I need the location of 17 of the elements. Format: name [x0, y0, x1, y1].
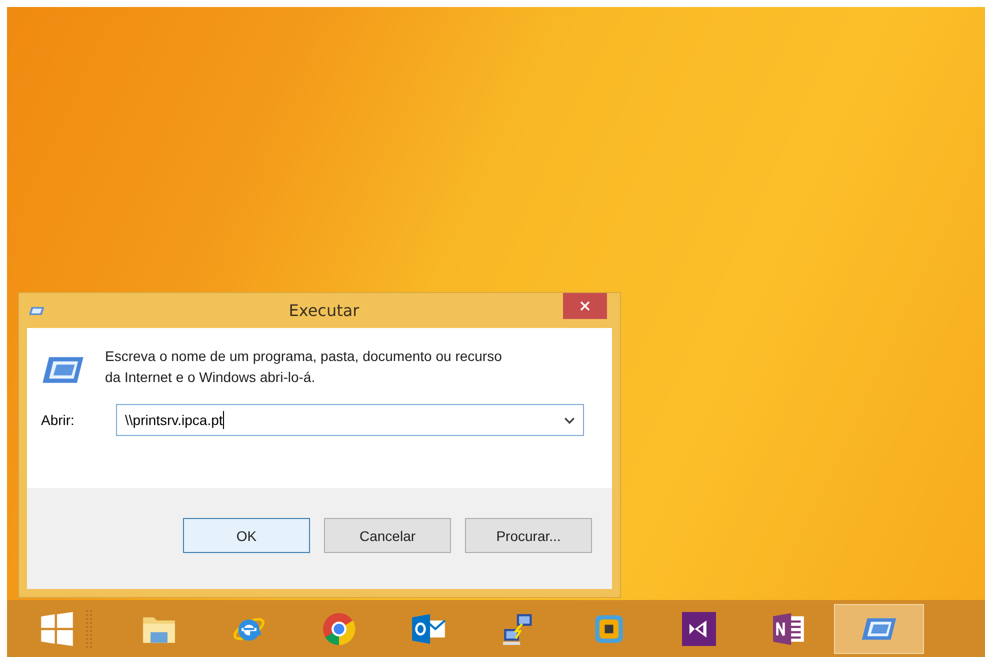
open-label: Abrir: [41, 412, 76, 428]
dialog-button[interactable]: Cancelar [324, 518, 451, 553]
close-button[interactable] [563, 293, 607, 319]
run-window-icon [29, 304, 45, 316]
mail-o-icon [411, 612, 447, 646]
dialog-button[interactable]: Procurar... [465, 518, 592, 553]
browser-logo-icon [321, 612, 357, 646]
close-icon [580, 301, 590, 311]
notebook-n-icon [771, 612, 807, 646]
dialog-button[interactable]: OK [183, 518, 310, 553]
taskbar-grip-icon [84, 608, 94, 648]
window-title: Executar [288, 301, 360, 320]
instruction-text: Escreva o nome de um programa, pasta, documento ou recurso da Internet e o Windows abri-lo-á. [105, 347, 503, 387]
dropdown-caret-icon[interactable] [564, 416, 575, 424]
run-program-icon [41, 355, 85, 385]
open-combo-field[interactable]: \\printsrv.ipca.pt [116, 404, 584, 436]
windows-logo-icon [38, 612, 74, 646]
